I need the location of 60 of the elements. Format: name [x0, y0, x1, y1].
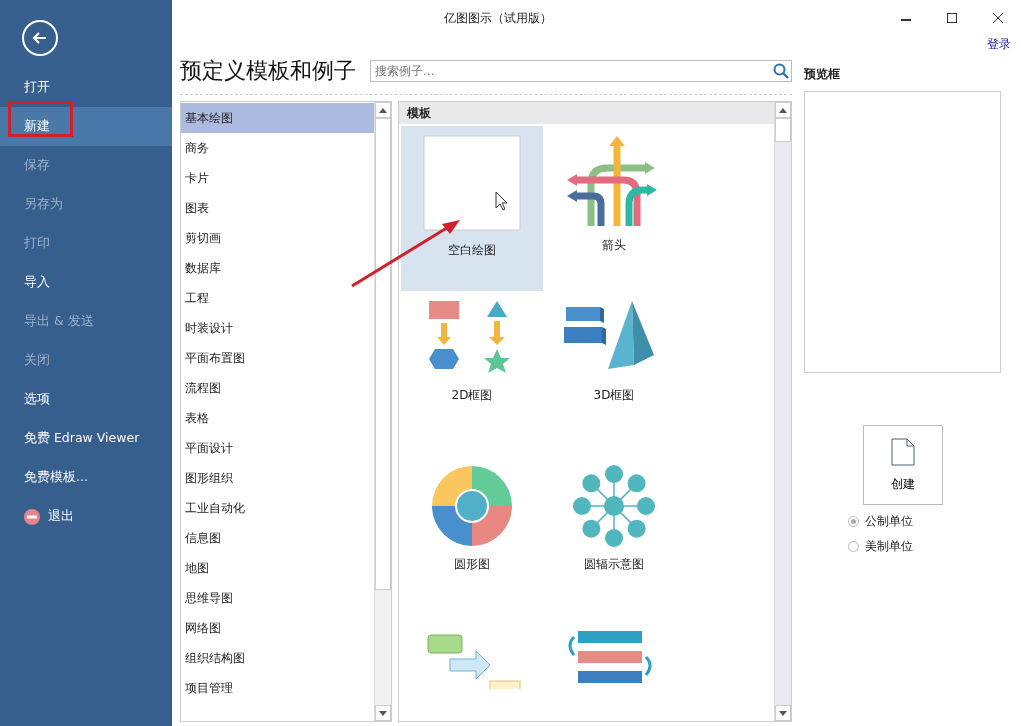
scroll-down-icon[interactable]	[779, 710, 787, 716]
category-item[interactable]: 信息图	[181, 523, 374, 553]
category-item[interactable]: 表格	[181, 403, 374, 433]
circle-diagram-icon	[430, 464, 514, 548]
radio-label: 美制单位	[865, 538, 913, 555]
category-item[interactable]: 地图	[181, 553, 374, 583]
category-item[interactable]: 剪切画	[181, 223, 374, 253]
sidebar-item[interactable]: 选项	[0, 380, 172, 419]
preview-title: 预览框	[804, 66, 841, 83]
highlight-frame	[8, 101, 73, 137]
window-title: 亿图图示（试用版）	[442, 9, 553, 27]
section-header: 模板	[399, 102, 774, 124]
scroll-thumb[interactable]	[375, 118, 391, 590]
category-item[interactable]: 数据库	[181, 253, 374, 283]
category-item[interactable]: 卡片	[181, 163, 374, 193]
scroll-down-icon[interactable]	[379, 710, 387, 716]
template-tile[interactable]: 2D框图	[401, 291, 543, 456]
sidebar-item[interactable]: 导入	[0, 263, 172, 302]
sidebar-item[interactable]: 打开	[0, 68, 172, 107]
login-link[interactable]: 登录	[987, 36, 1011, 56]
category-item[interactable]: 图表	[181, 193, 374, 223]
scroll-up-icon[interactable]	[779, 107, 787, 113]
radial-diagram-icon	[572, 464, 656, 548]
category-item[interactable]: 网络图	[181, 613, 374, 643]
scroll-thumb[interactable]	[775, 118, 791, 142]
page-heading: 预定义模板和例子	[180, 57, 356, 85]
back-button[interactable]	[22, 20, 58, 56]
category-item[interactable]: 项目管理	[181, 673, 374, 703]
scroll-up-icon[interactable]	[379, 107, 387, 113]
sidebar-item[interactable]: 免费模板...	[0, 458, 172, 497]
template-tile[interactable]: 圆辐示意图	[543, 456, 685, 621]
sidebar-item[interactable]: 退出	[0, 497, 172, 536]
search-icon[interactable]	[773, 63, 789, 79]
sidebar-item[interactable]: 新建	[0, 107, 172, 146]
category-item[interactable]: 平面布置图	[181, 343, 374, 373]
create-button[interactable]: 创建	[862, 425, 943, 505]
category-item[interactable]: 工程	[181, 283, 374, 313]
category-item[interactable]: 流程图	[181, 373, 374, 403]
radio-label: 公制单位	[865, 513, 913, 530]
template-tile[interactable]: 圆形图	[401, 456, 543, 621]
category-item[interactable]: 图形组织	[181, 463, 374, 493]
template-tile[interactable]: 3D框图	[543, 291, 685, 456]
blank-page-icon	[422, 134, 522, 234]
category-item[interactable]: 时装设计	[181, 313, 374, 343]
close-icon	[993, 13, 1003, 23]
category-item[interactable]: 商务	[181, 133, 374, 163]
category-item[interactable]: 平面设计	[181, 433, 374, 463]
category-item[interactable]: 思维导图	[181, 583, 374, 613]
scrollbar[interactable]	[774, 102, 791, 721]
category-item[interactable]: 基本绘图	[181, 103, 374, 133]
maximize-icon	[947, 13, 957, 23]
document-icon	[890, 437, 915, 466]
sidebar-item[interactable]: 免费 Edraw Viewer	[0, 419, 172, 458]
search-field[interactable]: 搜索例子...	[370, 60, 792, 82]
template-tile[interactable]: 箭头	[543, 126, 685, 291]
category-item[interactable]: 工业自动化	[181, 493, 374, 523]
scrollbar[interactable]	[374, 102, 391, 721]
no-entry-icon	[24, 508, 40, 525]
category-item[interactable]: 组织结构图	[181, 643, 374, 673]
template-tile[interactable]: 空白绘图	[401, 126, 543, 291]
